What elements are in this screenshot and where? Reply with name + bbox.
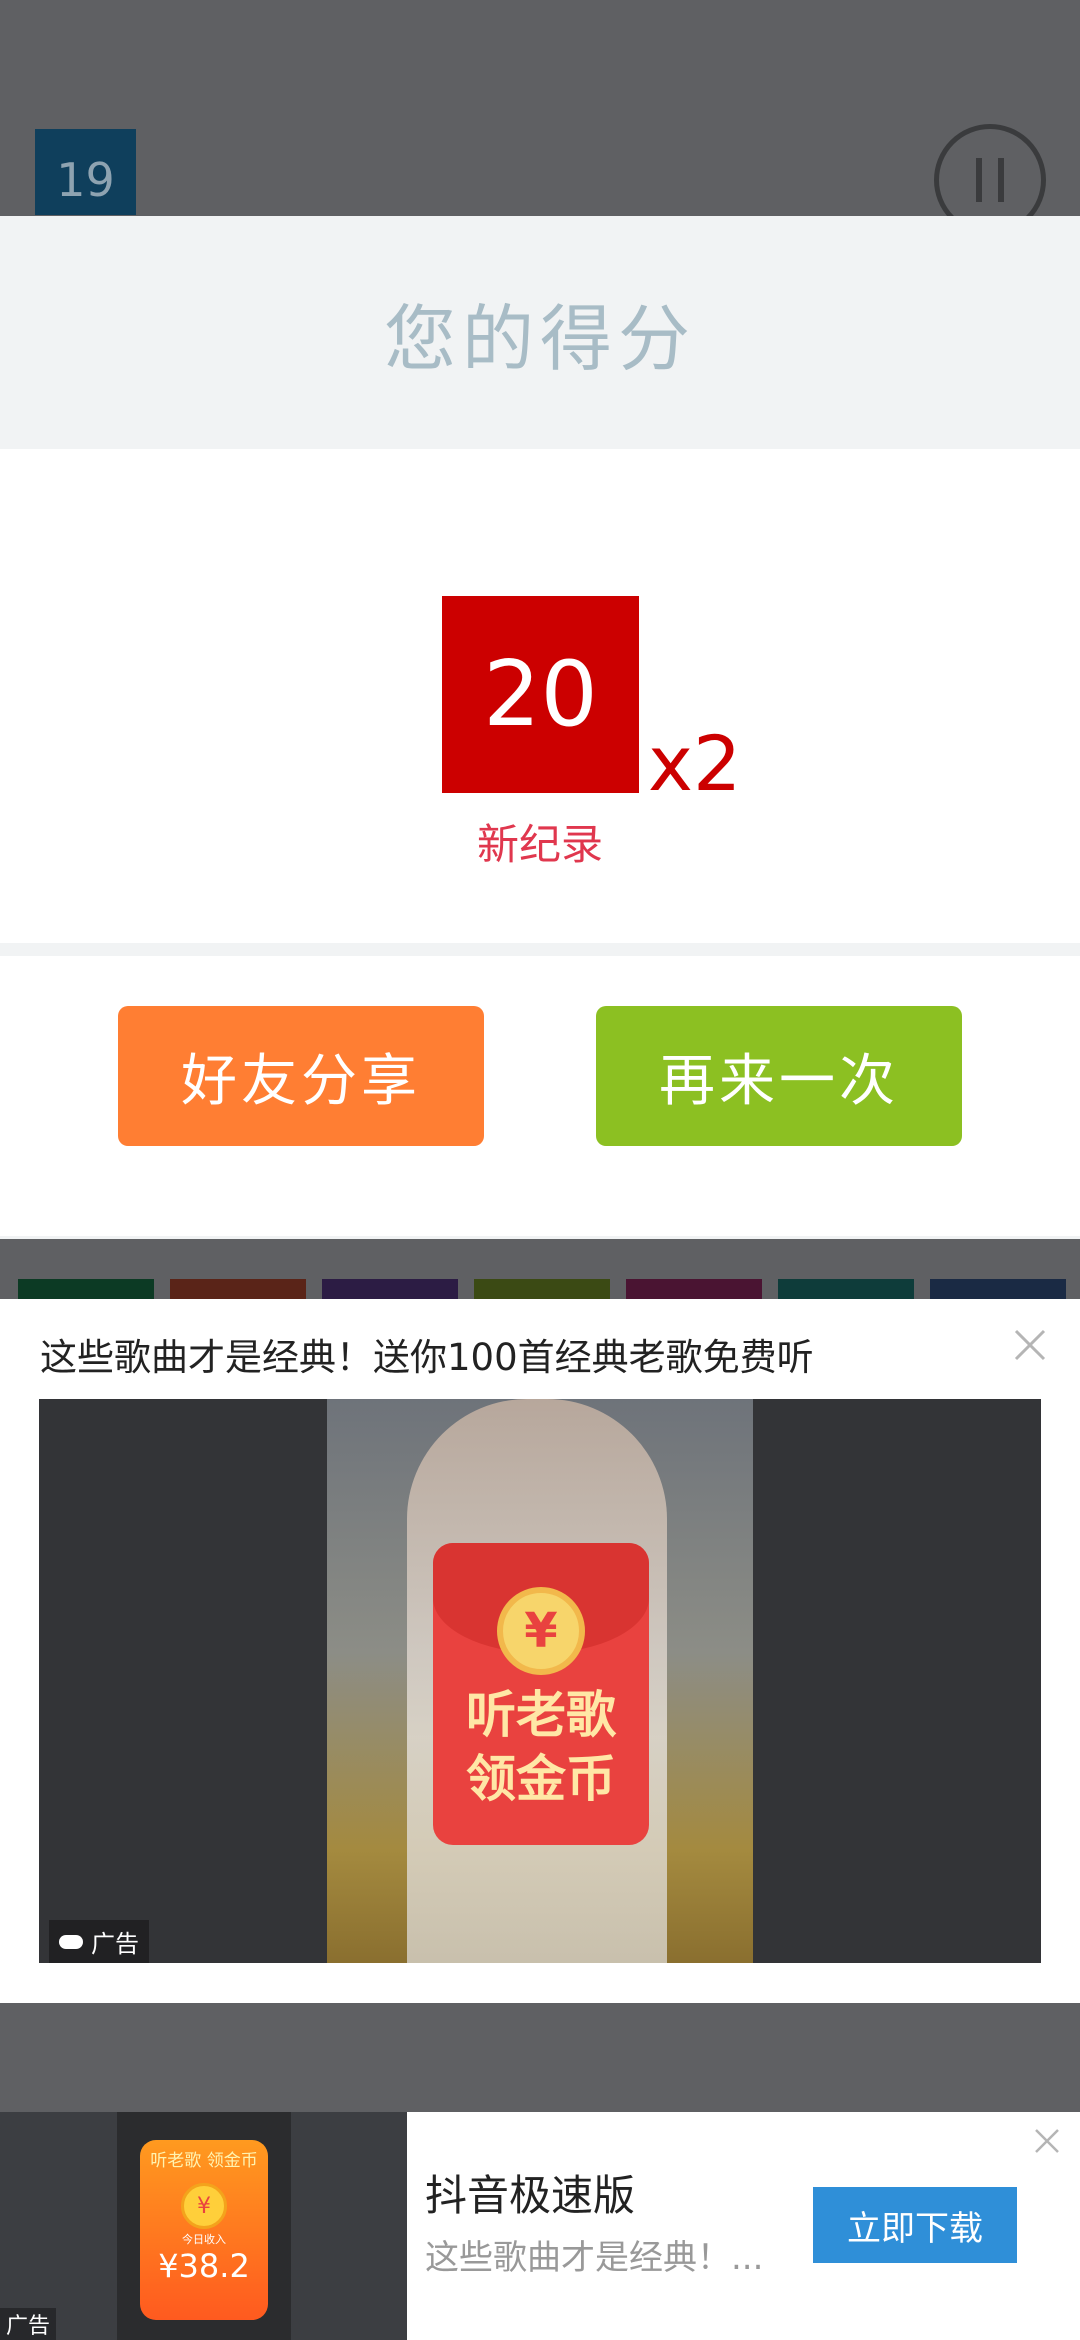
envelope-text: 听老歌 领金币 (466, 1686, 616, 1808)
tile (18, 1279, 154, 1299)
ad-tag: 广告 (49, 1920, 149, 1963)
ad-card[interactable]: 这些歌曲才是经典！送你100首经典老歌免费听 ¥ 听老歌 领金币 广告 (0, 1299, 1080, 2003)
banner-app-name[interactable]: 抖音极速版 (425, 2162, 635, 2223)
banner-card-amount: ¥38.2 (158, 2247, 250, 2285)
coin-icon: ¥ (181, 2183, 227, 2229)
score-area: 20 x2 新纪录 (0, 449, 1080, 943)
score-dialog: 您的得分 20 x2 新纪录 好友分享 再来一次 (0, 216, 1080, 1239)
tile (474, 1279, 610, 1299)
dialog-buttons: 好友分享 再来一次 (0, 956, 1080, 1236)
game-tile-strip (0, 1279, 1080, 1299)
retry-button[interactable]: 再来一次 (596, 1006, 962, 1146)
banner-card-title: 听老歌 领金币 (150, 2151, 258, 2171)
pause-bar (998, 158, 1004, 202)
tile (322, 1279, 458, 1299)
cloud-icon (59, 1934, 83, 1949)
ad-image[interactable]: ¥ 听老歌 领金币 广告 (39, 1399, 1041, 1963)
tile (170, 1279, 306, 1299)
share-button[interactable]: 好友分享 (118, 1006, 484, 1146)
level-indicator: 19 (35, 129, 136, 215)
tile (930, 1279, 1066, 1299)
tile (778, 1279, 914, 1299)
banner-card: 听老歌 领金币 ¥ 今日收入 ¥38.2 (140, 2140, 268, 2320)
ad-tag-label: 广告 (91, 1930, 139, 1958)
banner-ad-tag: 广告 (0, 2308, 57, 2340)
ad-title[interactable]: 这些歌曲才是经典！送你100首经典老歌免费听 (40, 1327, 814, 1381)
close-icon[interactable] (1010, 1325, 1050, 1365)
dialog-title: 您的得分 (383, 297, 696, 381)
tile (626, 1279, 762, 1299)
score-value: 20 (442, 596, 639, 793)
pause-bar (976, 158, 982, 202)
ad-image-side (753, 1399, 1041, 1963)
ad-image-side (39, 1399, 327, 1963)
red-envelope: ¥ 听老歌 领金币 (433, 1543, 649, 1845)
banner-description[interactable]: 这些歌曲才是经典！... (425, 2230, 785, 2279)
ad-image-center: ¥ 听老歌 领金币 (327, 1399, 753, 1963)
close-icon[interactable] (1032, 2126, 1062, 2156)
score-multiplier: x2 (648, 719, 742, 808)
banner-ad[interactable]: 听老歌 领金币 ¥ 今日收入 ¥38.2 广告 抖音极速版 这些歌曲才是经典！.… (0, 2112, 1080, 2340)
banner-image[interactable]: 听老歌 领金币 ¥ 今日收入 ¥38.2 广告 (0, 2112, 407, 2340)
new-record-label: 新纪录 (476, 820, 603, 869)
banner-card-sub: 今日收入 (182, 2233, 226, 2246)
download-button[interactable]: 立即下载 (813, 2187, 1017, 2263)
coin-icon: ¥ (497, 1587, 585, 1675)
dialog-header: 您的得分 (0, 216, 1080, 449)
